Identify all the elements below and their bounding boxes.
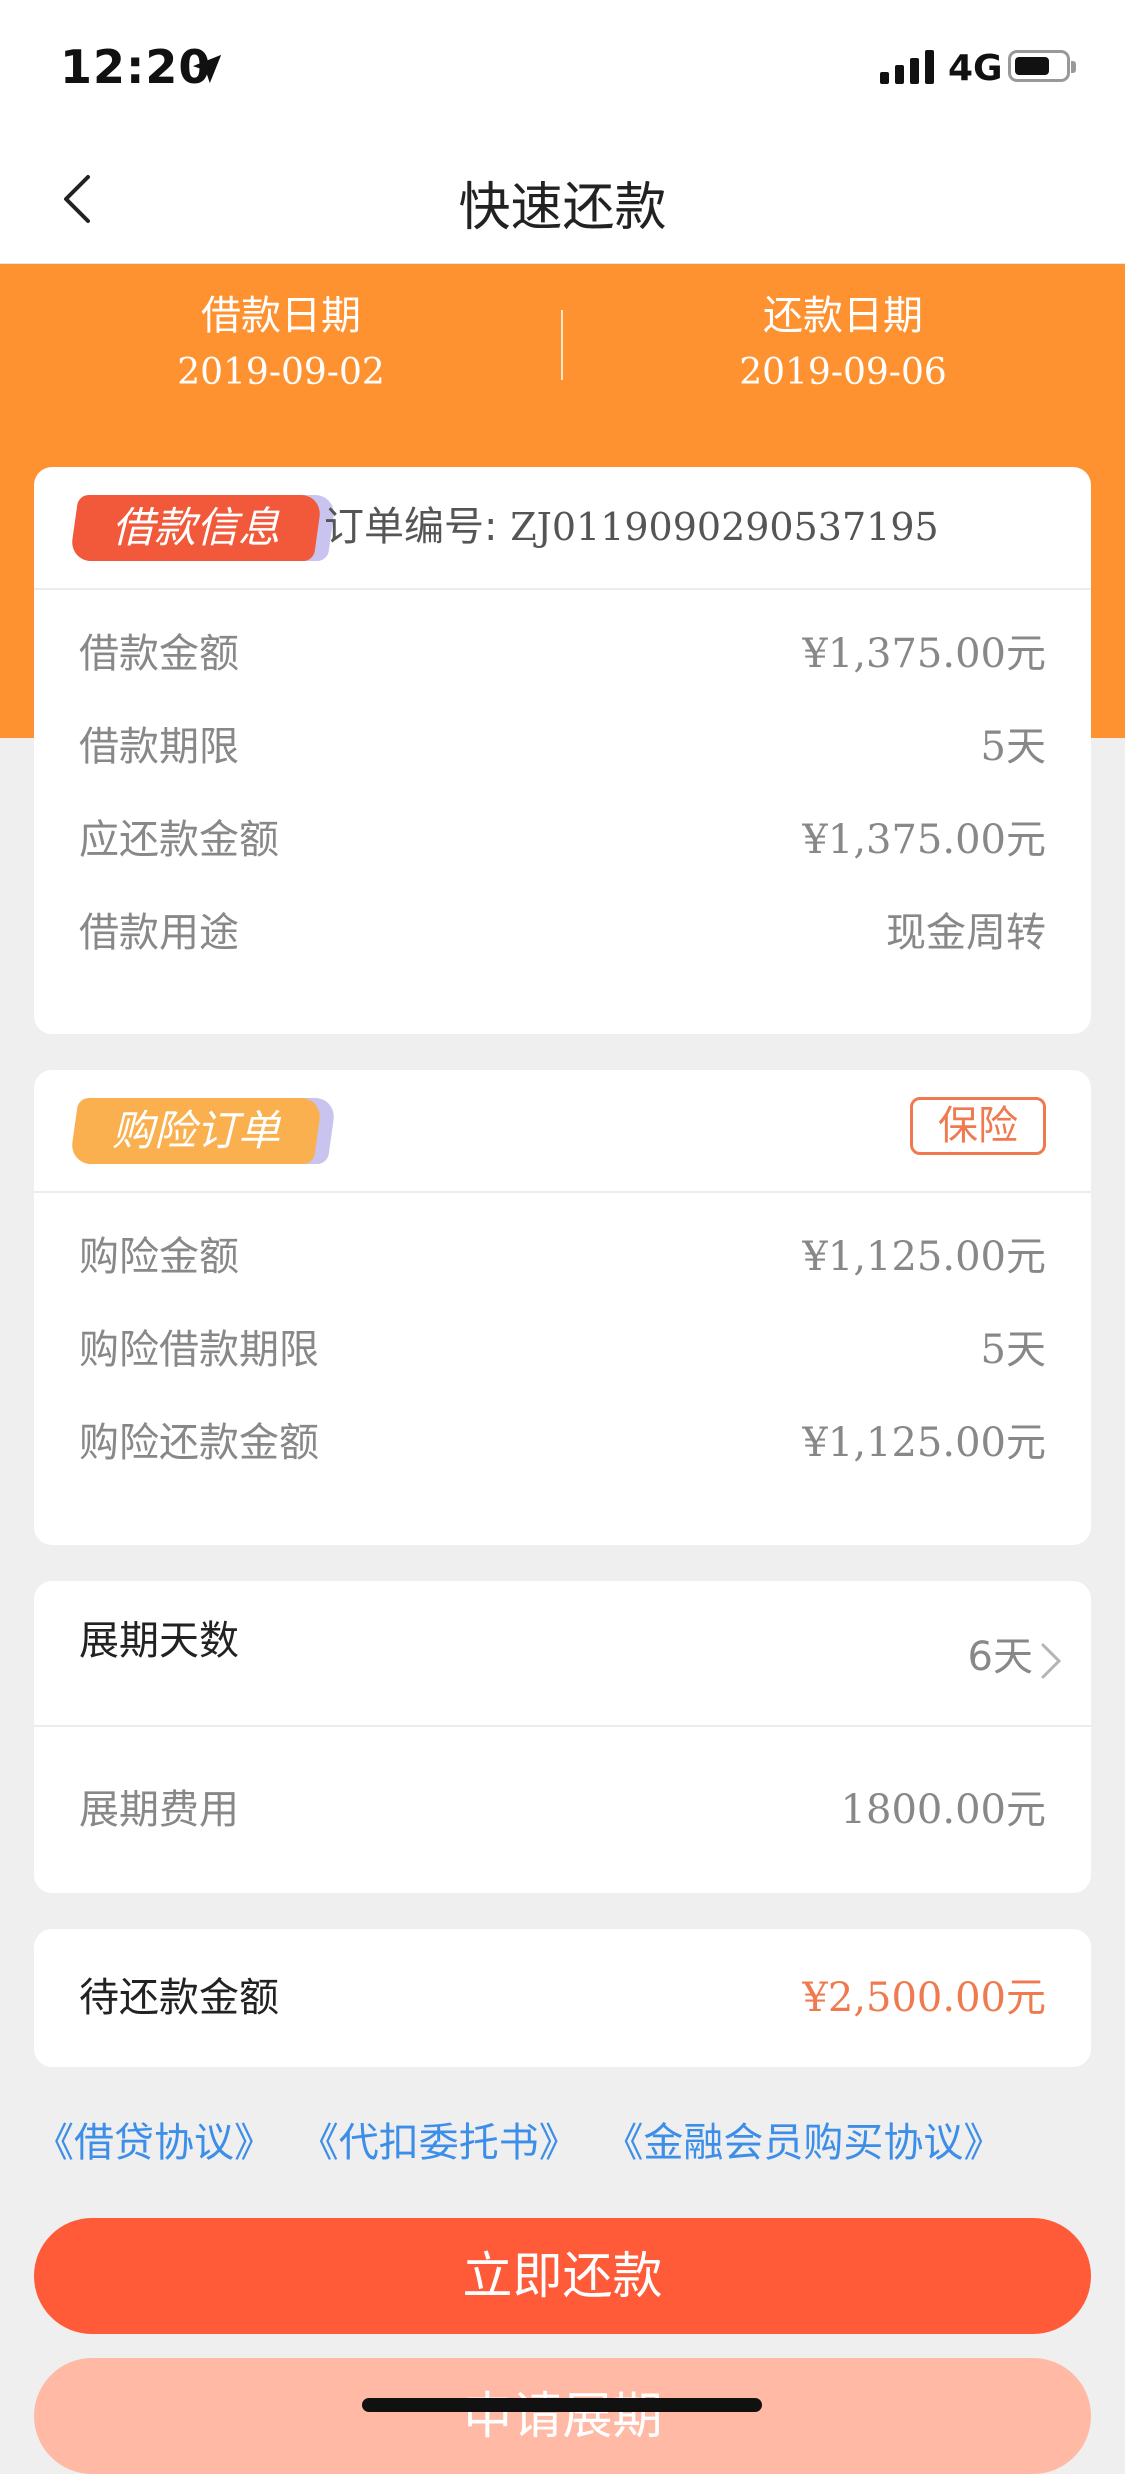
order-number: 订单编号: ZJ0119090290537195 <box>324 495 939 559</box>
battery-icon <box>1008 50 1076 82</box>
insurance-amount-label: 购险金额 <box>79 1234 239 1280</box>
network-type: 4G <box>948 48 1003 89</box>
extension-days-row[interactable]: 展期天数 6天 <box>34 1581 1091 1725</box>
loan-row: 借款期限 5天 <box>34 701 1091 794</box>
borrow-date-value: 2019-09-02 <box>177 352 385 393</box>
loan-purpose-label: 借款用途 <box>79 910 239 956</box>
extension-fee-label: 展期费用 <box>79 1787 239 1833</box>
agreement-links: 《借贷协议》 《代扣委托书》 《金融会员购买协议》 <box>34 2110 1015 2168</box>
repay-date-block: 还款日期 2019-09-06 <box>562 289 1124 401</box>
borrow-date-block: 借款日期 2019-09-02 <box>0 289 562 401</box>
insurance-header: 购险订单 保险 <box>34 1070 1091 1193</box>
repay-date-label: 还款日期 <box>763 293 923 339</box>
loan-info-tag: 借款信息 <box>69 495 337 565</box>
withhold-authorization-link[interactable]: 《代扣委托书》 <box>299 2120 579 2166</box>
nav-bar: 快速还款 <box>0 135 1125 264</box>
repay-now-button[interactable]: 立即还款 <box>34 2218 1091 2334</box>
extension-days-value: 6天 <box>967 1634 1033 1680</box>
pending-amount-card: 待还款金额 ¥2,500.00元 <box>34 1929 1091 2067</box>
cellular-signal-icon <box>880 50 934 84</box>
insurance-tag: 购险订单 <box>69 1098 337 1168</box>
status-bar: 12:20 4G <box>0 0 1125 135</box>
loan-term-value: 5天 <box>980 724 1046 770</box>
chevron-right-icon <box>1041 1643 1062 1679</box>
loan-info-card: 借款信息 订单编号: ZJ0119090290537195 借款金额 ¥1,37… <box>34 467 1091 1034</box>
extension-days-label: 展期天数 <box>79 1618 239 1664</box>
insurance-term-label: 购险借款期限 <box>79 1327 319 1373</box>
pending-amount-row: 待还款金额 ¥2,500.00元 <box>34 1929 1091 2067</box>
loan-info-header: 借款信息 订单编号: ZJ0119090290537195 <box>34 467 1091 590</box>
insurance-row: 购险还款金额 ¥1,125.00元 <box>34 1397 1091 1490</box>
order-number-value: ZJ0119090290537195 <box>510 505 939 549</box>
membership-agreement-link[interactable]: 《金融会员购买协议》 <box>603 2120 1003 2166</box>
repay-date-value: 2019-09-06 <box>739 352 947 393</box>
extension-fee-value: 1800.00元 <box>840 1787 1046 1833</box>
page-title: 快速还款 <box>458 178 667 238</box>
status-time: 12:20 <box>60 40 212 94</box>
extension-card: 展期天数 6天 展期费用 1800.00元 <box>34 1581 1091 1893</box>
pending-amount-label: 待还款金额 <box>79 1975 279 2021</box>
repay-amount-label: 应还款金额 <box>79 817 279 863</box>
borrow-date-label: 借款日期 <box>201 293 361 339</box>
loan-row: 应还款金额 ¥1,375.00元 <box>34 794 1091 887</box>
apply-extension-button[interactable]: 申请展期 <box>34 2358 1091 2474</box>
insurance-row: 购险金额 ¥1,125.00元 <box>34 1211 1091 1304</box>
insurance-term-value: 5天 <box>980 1327 1046 1373</box>
loan-term-label: 借款期限 <box>79 724 239 770</box>
extension-fee-row: 展期费用 1800.00元 <box>34 1727 1091 1893</box>
loan-info-tag-label: 借款信息 <box>111 503 280 552</box>
insurance-repay-label: 购险还款金额 <box>79 1420 319 1466</box>
pending-amount-value: ¥2,500.00元 <box>802 1975 1046 2021</box>
insurance-tag-label: 购险订单 <box>111 1106 280 1155</box>
insurance-row: 购险借款期限 5天 <box>34 1304 1091 1397</box>
insurance-amount-value: ¥1,125.00元 <box>802 1234 1046 1280</box>
loan-row: 借款用途 现金周转 <box>34 887 1091 980</box>
insurance-badge[interactable]: 保险 <box>910 1097 1046 1155</box>
loan-agreement-link[interactable]: 《借贷协议》 <box>34 2120 274 2166</box>
loan-amount-value: ¥1,375.00元 <box>802 631 1046 677</box>
order-number-label: 订单编号: <box>324 504 498 550</box>
loan-amount-label: 借款金额 <box>79 631 239 677</box>
home-indicator[interactable] <box>362 2398 762 2412</box>
location-arrow-icon <box>192 54 222 84</box>
repay-amount-value: ¥1,375.00元 <box>802 817 1046 863</box>
loan-row: 借款金额 ¥1,375.00元 <box>34 608 1091 701</box>
loan-purpose-value: 现金周转 <box>886 910 1046 956</box>
insurance-repay-value: ¥1,125.00元 <box>802 1420 1046 1466</box>
insurance-card: 购险订单 保险 购险金额 ¥1,125.00元 购险借款期限 5天 购险还款金额… <box>34 1070 1091 1545</box>
